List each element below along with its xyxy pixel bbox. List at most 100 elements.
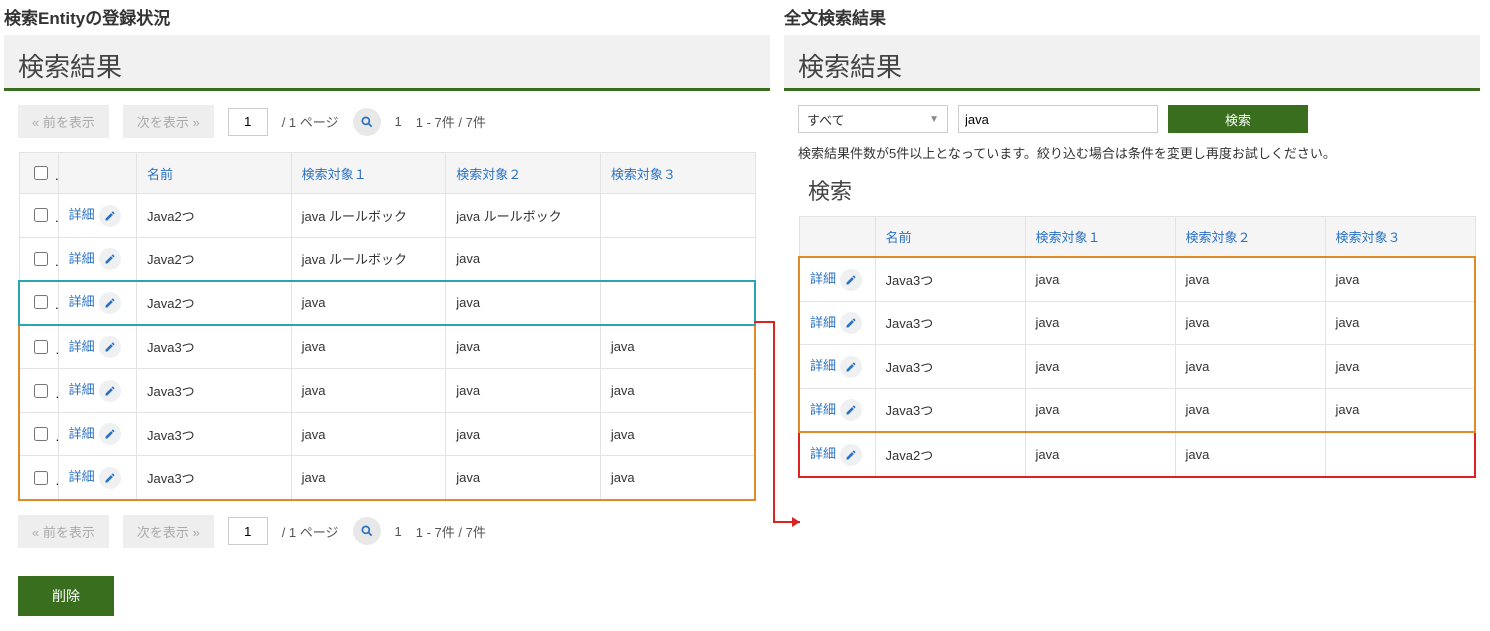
header-t1[interactable]: 検索対象１ xyxy=(291,153,446,194)
table-row: 詳細Java3つjavajavajava xyxy=(19,369,755,413)
cell-t3 xyxy=(600,281,755,325)
search-icon[interactable] xyxy=(353,108,381,136)
row-checkbox[interactable] xyxy=(34,252,48,266)
pencil-icon[interactable] xyxy=(840,444,862,466)
detail-link[interactable]: 詳細 xyxy=(810,271,836,286)
table-row: 詳細Java3つjavajavajava xyxy=(19,325,755,369)
table-row: 詳細Java2つjavajava xyxy=(799,432,1475,477)
pencil-icon[interactable] xyxy=(99,336,121,358)
header-t2[interactable]: 検索対象２ xyxy=(1175,217,1325,258)
sub-title: 検索 xyxy=(808,174,1466,206)
filter-select-value: すべて xyxy=(807,110,845,129)
header-t1[interactable]: 検索対象１ xyxy=(1025,217,1175,258)
cell-t1: java xyxy=(1025,388,1175,432)
pager-bottom: « 前を表示 次を表示 » / 1 ページ 1 1 - 7件 / 7件 xyxy=(18,515,756,548)
table-row: 詳細Java3つjavajavajava xyxy=(799,388,1475,432)
cell-t2: java ルールボック xyxy=(446,194,601,238)
cell-t2: java xyxy=(446,281,601,325)
row-checkbox[interactable] xyxy=(34,208,48,222)
table-row: 詳細Java3つjavajavajava xyxy=(799,301,1475,345)
pencil-icon[interactable] xyxy=(840,312,862,334)
pencil-icon[interactable] xyxy=(99,467,121,489)
detail-link[interactable]: 詳細 xyxy=(69,207,95,222)
row-checkbox[interactable] xyxy=(34,384,48,398)
row-checkbox[interactable] xyxy=(34,471,48,485)
pencil-icon[interactable] xyxy=(840,269,862,291)
cell-name: Java3つ xyxy=(136,456,291,500)
cell-name: Java3つ xyxy=(136,369,291,413)
detail-link[interactable]: 詳細 xyxy=(810,315,836,330)
detail-link[interactable]: 詳細 xyxy=(69,251,95,266)
header-name[interactable]: 名前 xyxy=(875,217,1025,258)
cell-t2: java xyxy=(1175,432,1325,477)
left-results-table: 名前 検索対象１ 検索対象２ 検索対象３ 詳細Java2つjava ルールボック… xyxy=(18,152,756,501)
cell-t3: java xyxy=(600,412,755,456)
cell-t1: java xyxy=(291,412,446,456)
cell-t2: java xyxy=(1175,388,1325,432)
header-t2[interactable]: 検索対象２ xyxy=(446,153,601,194)
row-checkbox[interactable] xyxy=(34,295,48,309)
cell-t1: java xyxy=(1025,345,1175,389)
next-button[interactable]: 次を表示 » xyxy=(123,105,214,138)
table-row: 詳細Java3つjavajavajava xyxy=(19,456,755,500)
cell-t3: java xyxy=(600,456,755,500)
pencil-icon[interactable] xyxy=(840,356,862,378)
left-section-title: 検索Entityの登録状況 xyxy=(4,4,770,29)
cell-t3: java xyxy=(600,325,755,369)
row-checkbox[interactable] xyxy=(34,340,48,354)
detail-link[interactable]: 詳細 xyxy=(810,402,836,417)
right-section-title: 全文検索結果 xyxy=(784,4,1480,29)
detail-link[interactable]: 詳細 xyxy=(69,382,95,397)
cell-t2: java xyxy=(446,369,601,413)
search-icon[interactable] xyxy=(353,517,381,545)
cell-t1: java xyxy=(1025,301,1175,345)
detail-link[interactable]: 詳細 xyxy=(69,426,95,441)
cell-name: Java2つ xyxy=(136,194,291,238)
pencil-icon[interactable] xyxy=(99,205,121,227)
pencil-icon[interactable] xyxy=(840,399,862,421)
pencil-icon[interactable] xyxy=(99,292,121,314)
filter-select[interactable]: すべて ▼ xyxy=(798,105,948,133)
pencil-icon[interactable] xyxy=(99,248,121,270)
select-all-checkbox[interactable] xyxy=(34,166,48,180)
cell-name: Java3つ xyxy=(875,388,1025,432)
page-of-text: / 1 ページ xyxy=(282,112,339,131)
header-t3[interactable]: 検索対象３ xyxy=(600,153,755,194)
pencil-icon[interactable] xyxy=(99,423,121,445)
result-notice: 検索結果件数が5件以上となっています。絞り込む場合は条件を変更し再度お試しくださ… xyxy=(798,143,1466,162)
count-left: 1 xyxy=(395,114,402,129)
cell-name: Java3つ xyxy=(875,301,1025,345)
row-checkbox[interactable] xyxy=(34,427,48,441)
header-t3[interactable]: 検索対象３ xyxy=(1325,217,1475,258)
detail-link[interactable]: 詳細 xyxy=(810,358,836,373)
detail-link[interactable]: 詳細 xyxy=(69,294,95,309)
next-button[interactable]: 次を表示 » xyxy=(123,515,214,548)
cell-t3 xyxy=(600,237,755,281)
cell-name: Java2つ xyxy=(136,237,291,281)
cell-t3: java xyxy=(1325,301,1475,345)
search-input[interactable] xyxy=(958,105,1158,133)
page-of-text: / 1 ページ xyxy=(282,522,339,541)
cell-t3: java xyxy=(1325,345,1475,389)
prev-button[interactable]: « 前を表示 xyxy=(18,515,109,548)
chevron-down-icon: ▼ xyxy=(929,114,939,125)
detail-link[interactable]: 詳細 xyxy=(810,446,836,461)
table-row: 詳細Java3つjavajavajava xyxy=(799,257,1475,301)
search-button[interactable]: 検索 xyxy=(1168,105,1308,133)
cell-name: Java3つ xyxy=(875,345,1025,389)
prev-button[interactable]: « 前を表示 xyxy=(18,105,109,138)
delete-button[interactable]: 削除 xyxy=(18,576,114,616)
pencil-icon[interactable] xyxy=(99,380,121,402)
table-row: 詳細Java3つjavajavajava xyxy=(799,345,1475,389)
page-input[interactable] xyxy=(228,108,268,136)
page-input[interactable] xyxy=(228,517,268,545)
cell-t1: java ルールボック xyxy=(291,237,446,281)
cell-t2: java xyxy=(446,237,601,281)
detail-link[interactable]: 詳細 xyxy=(69,339,95,354)
count-right: 1 - 7件 / 7件 xyxy=(416,522,486,541)
right-results-table: 名前 検索対象１ 検索対象２ 検索対象３ 詳細Java3つjavajavajav… xyxy=(798,216,1476,478)
detail-link[interactable]: 詳細 xyxy=(69,469,95,484)
header-name[interactable]: 名前 xyxy=(136,153,291,194)
count-right: 1 - 7件 / 7件 xyxy=(416,112,486,131)
cell-t2: java xyxy=(1175,257,1325,301)
